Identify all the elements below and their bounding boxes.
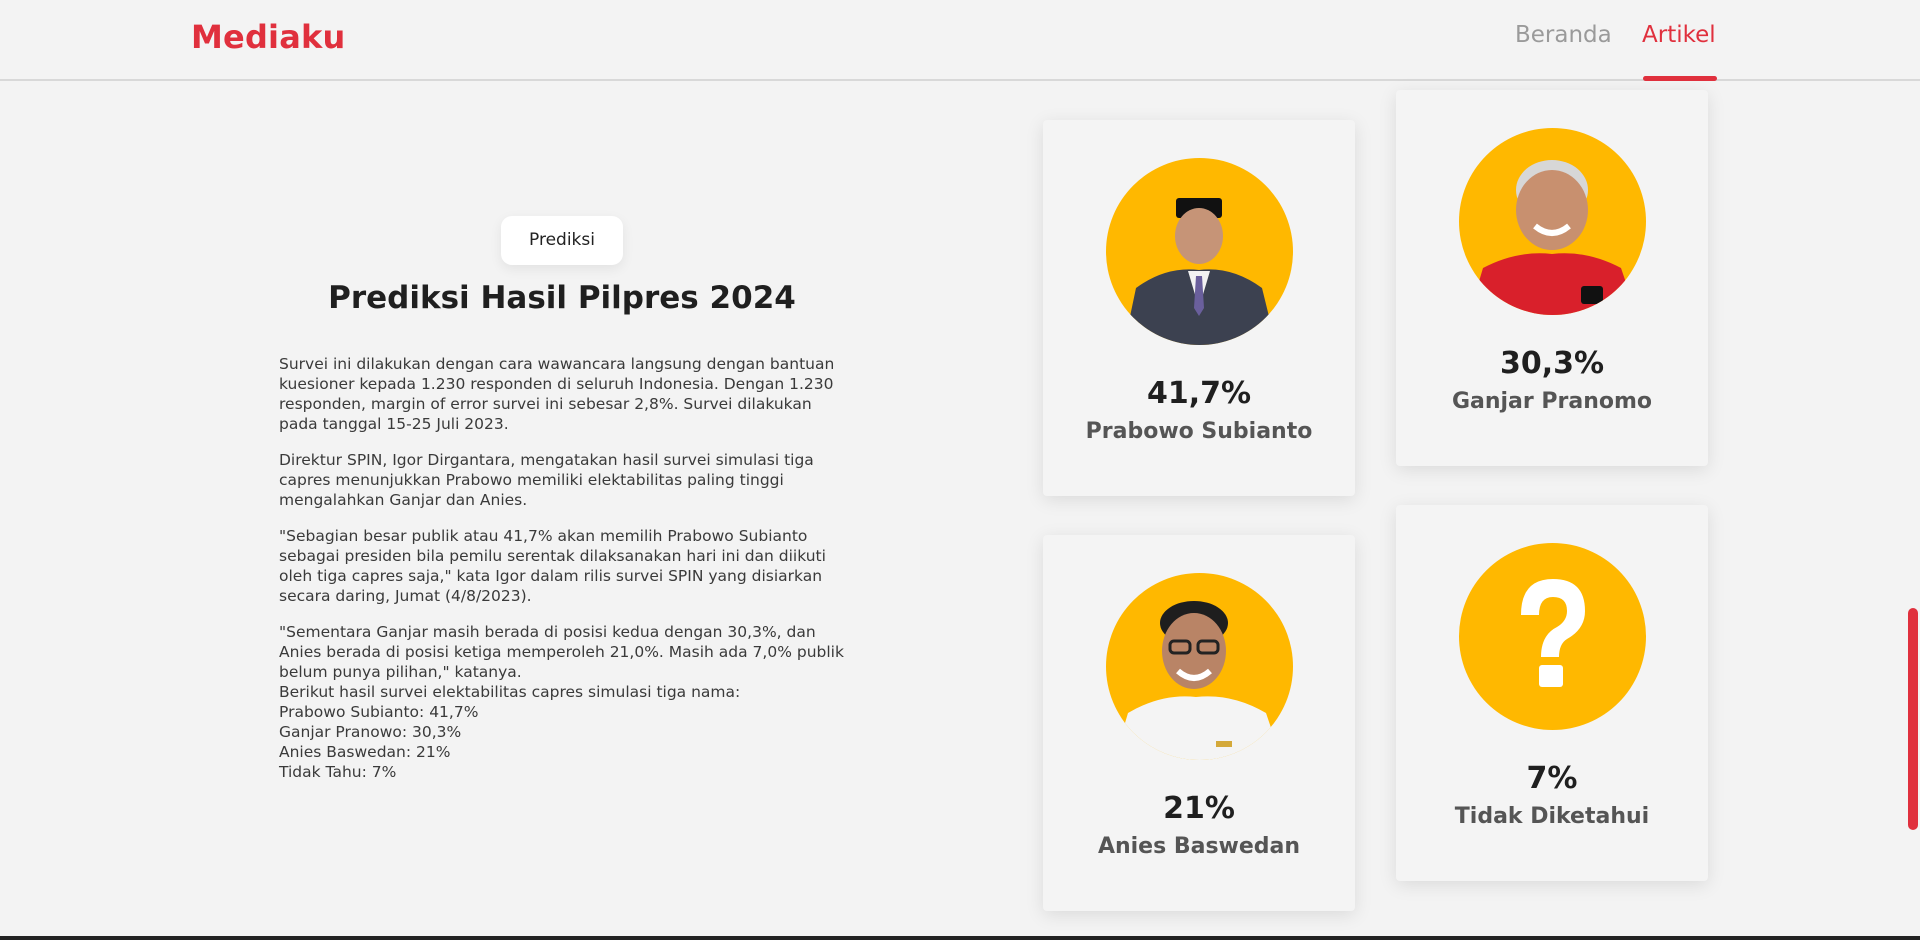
candidate-percentage: 30,3% [1499,346,1605,381]
article-paragraph: "Sementara Ganjar masih berada di posisi… [279,623,844,681]
candidate-percentage: 41,7% [1146,376,1252,411]
article-paragraph: "Sebagian besar publik atau 41,7% akan m… [279,527,826,605]
results-list-item: Prabowo Subianto: 41,7% [279,703,479,721]
question-mark-icon [1459,543,1646,730]
article-body: Survei ini dilakukan dengan cara wawanca… [279,354,844,782]
nav-link-beranda[interactable]: Beranda [1515,22,1612,48]
results-list-item: Anies Baswedan: 21% [279,743,451,761]
candidate-card-prabowo: 41,7% Prabowo Subianto [1043,120,1355,496]
candidate-percentage: 7% [1526,761,1578,796]
results-list-item: Ganjar Pranowo: 30,3% [279,723,462,741]
candidate-card-ganjar: 30,3% Ganjar Pranomo [1396,90,1708,466]
article-paragraph: Survei ini dilakukan dengan cara wawanca… [279,355,835,433]
candidate-name: Anies Baswedan [1097,834,1301,859]
results-list-item: Tidak Tahu: 7% [279,763,397,781]
article-paragraph: Direktur SPIN, Igor Dirgantara, mengatak… [279,451,814,509]
candidate-card-anies: 21% Anies Baswedan [1043,535,1355,911]
candidate-photo [1106,573,1293,760]
candidate-percentage: 21% [1163,791,1235,826]
top-navbar: Mediaku Beranda Artikel [0,0,1920,81]
candidate-name: Ganjar Pranomo [1451,389,1653,414]
candidate-name: Tidak Diketahui [1454,804,1650,829]
category-badge: Prediksi [501,216,623,265]
results-list-intro: Berikut hasil survei elektabilitas capre… [279,683,741,701]
scrollbar-thumb[interactable] [1908,608,1918,830]
candidate-name: Prabowo Subianto [1085,419,1313,444]
nav-link-artikel[interactable]: Artikel [1642,22,1716,48]
page-title: Prediksi Hasil Pilpres 2024 [328,280,796,316]
candidate-card-unknown: 7% Tidak Diketahui [1396,505,1708,881]
candidate-photo [1459,128,1646,315]
candidate-photo [1106,158,1293,345]
bottom-edge-bar [0,936,1920,940]
brand-logo[interactable]: Mediaku [191,18,345,56]
active-nav-indicator [1643,76,1717,81]
